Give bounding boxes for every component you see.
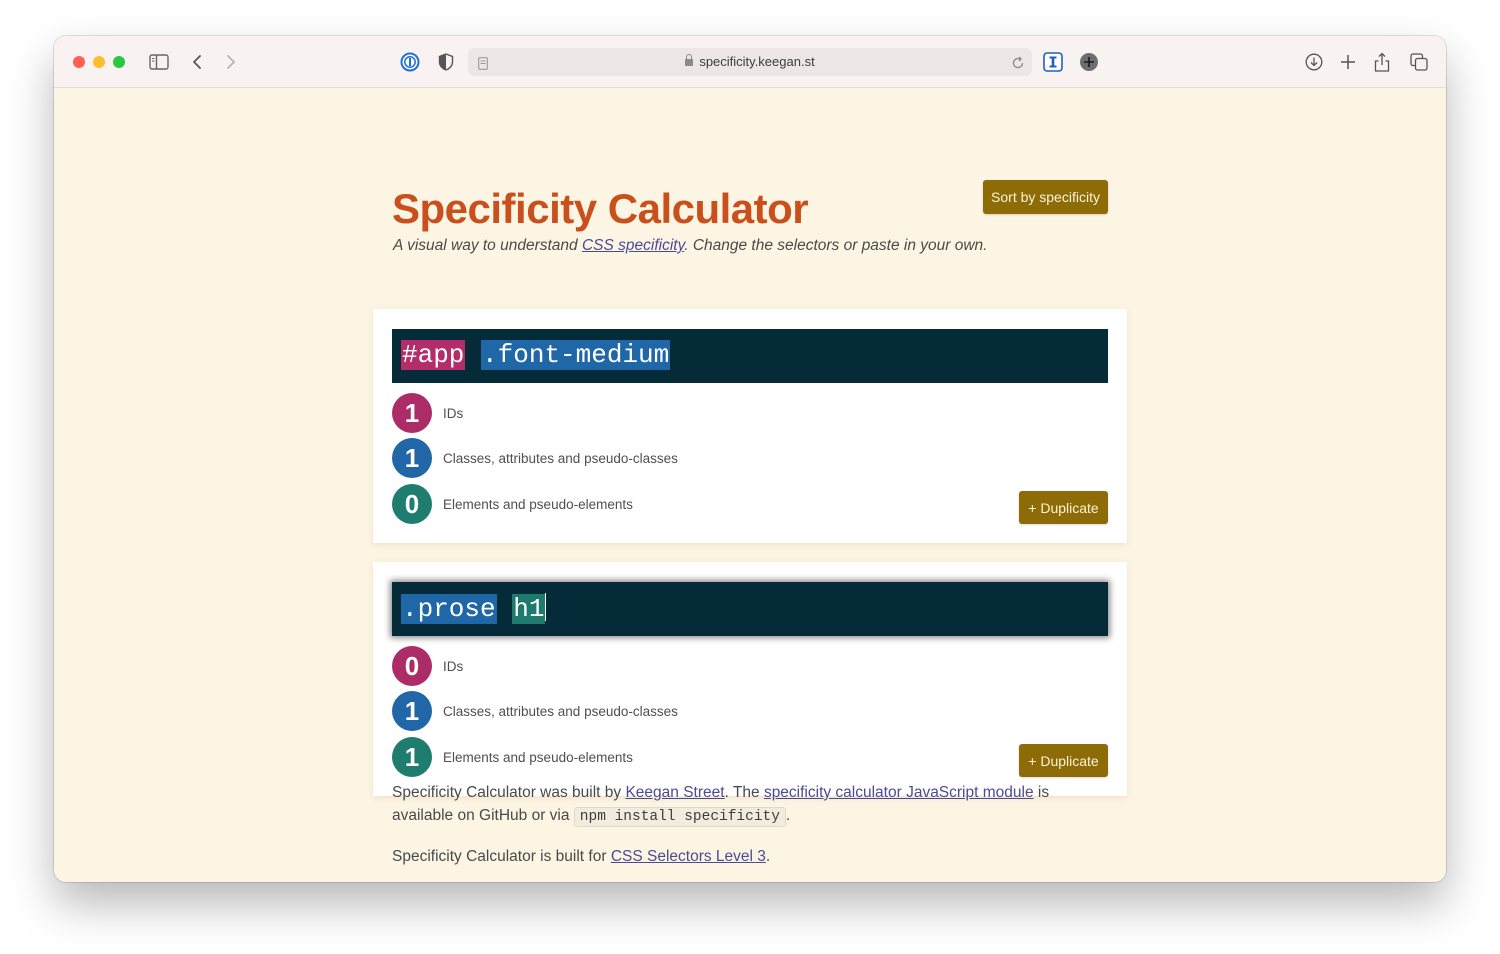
classes-count-badge: 1 bbox=[392, 438, 432, 478]
elements-count-badge: 1 bbox=[392, 737, 432, 777]
elements-label: Elements and pseudo-elements bbox=[443, 496, 633, 512]
back-icon[interactable] bbox=[188, 50, 206, 74]
elements-label: Elements and pseudo-elements bbox=[443, 749, 633, 765]
keegan-street-link[interactable]: Keegan Street bbox=[625, 784, 724, 801]
selector-card: .prose h1 0 IDs 1 Classes, attributes an… bbox=[373, 562, 1127, 796]
classes-count-badge: 1 bbox=[392, 691, 432, 731]
onepassword-icon[interactable] bbox=[400, 50, 420, 74]
classes-row: 1 Classes, attributes and pseudo-classes bbox=[392, 691, 678, 731]
ids-label: IDs bbox=[443, 405, 464, 421]
footer-text: Specificity Calculator is built for bbox=[392, 848, 611, 865]
selector-card: #app .font-medium 1 IDs 1 Classes, attri… bbox=[373, 309, 1127, 543]
zoom-window-button[interactable] bbox=[113, 56, 125, 68]
footer-text: . bbox=[785, 807, 791, 824]
selector-token-id: #app bbox=[401, 340, 466, 370]
selector-token-class: .font-medium bbox=[481, 340, 671, 370]
css-specificity-link[interactable]: CSS specificity bbox=[582, 237, 684, 254]
browser-toolbar: specificity.keegan.st bbox=[54, 36, 1446, 88]
selector-input-focused[interactable]: .prose h1 bbox=[392, 582, 1108, 636]
footer-selectors-note: Specificity Calculator is built for CSS … bbox=[392, 845, 1092, 868]
classes-label: Classes, attributes and pseudo-classes bbox=[443, 450, 678, 466]
sort-by-specificity-button[interactable]: Sort by specificity bbox=[983, 180, 1108, 214]
selector-token-element: h1 bbox=[512, 594, 546, 624]
address-bar[interactable]: specificity.keegan.st bbox=[468, 48, 1032, 76]
url-display: specificity.keegan.st bbox=[468, 54, 1032, 69]
selector-token-class: .prose bbox=[401, 594, 497, 624]
footer-credits: Specificity Calculator was built by Keeg… bbox=[392, 781, 1092, 829]
classes-label: Classes, attributes and pseudo-classes bbox=[443, 703, 678, 719]
close-window-button[interactable] bbox=[73, 56, 85, 68]
page-subtitle: A visual way to understand CSS specifici… bbox=[393, 237, 987, 255]
subtitle-text-end: . Change the selectors or paste in your … bbox=[684, 237, 988, 254]
footer-text: . bbox=[765, 848, 771, 865]
browser-window: specificity.keegan.st Specificity Calcul… bbox=[54, 36, 1446, 882]
tabs-overview-icon[interactable] bbox=[1409, 50, 1429, 74]
ids-row: 1 IDs bbox=[392, 393, 463, 433]
footer-text: . The bbox=[724, 784, 764, 801]
lock-icon bbox=[685, 54, 694, 66]
elements-row: 1 Elements and pseudo-elements bbox=[392, 737, 633, 777]
js-module-link[interactable]: specificity calculator JavaScript module bbox=[764, 784, 1034, 801]
new-tab-icon[interactable] bbox=[1339, 50, 1357, 74]
duplicate-button[interactable]: + Duplicate bbox=[1019, 491, 1108, 524]
ids-row: 0 IDs bbox=[392, 646, 463, 686]
url-text: specificity.keegan.st bbox=[699, 54, 815, 69]
css-selectors-level-3-link[interactable]: CSS Selectors Level 3 bbox=[611, 848, 766, 865]
ids-count-badge: 0 bbox=[392, 646, 432, 686]
share-icon[interactable] bbox=[1373, 50, 1391, 74]
forward-icon[interactable] bbox=[222, 50, 240, 74]
text-cursor-extension-icon[interactable] bbox=[1043, 50, 1063, 74]
reload-icon[interactable] bbox=[1010, 51, 1026, 75]
ids-count-badge: 1 bbox=[392, 393, 432, 433]
elements-count-badge: 0 bbox=[392, 484, 432, 524]
text-caret bbox=[545, 593, 547, 621]
npm-install-code: npm install specificity bbox=[573, 807, 786, 827]
add-extension-icon[interactable] bbox=[1079, 50, 1099, 74]
page-title: Specificity Calculator bbox=[392, 185, 809, 232]
subtitle-text: A visual way to understand bbox=[393, 237, 582, 254]
ids-label: IDs bbox=[443, 658, 464, 674]
sidebar-icon[interactable] bbox=[148, 50, 170, 74]
page-content: Specificity Calculator A visual way to u… bbox=[54, 88, 1446, 882]
minimize-window-button[interactable] bbox=[93, 56, 105, 68]
shield-icon[interactable] bbox=[437, 50, 455, 74]
duplicate-button[interactable]: + Duplicate bbox=[1019, 744, 1108, 777]
selector-input[interactable]: #app .font-medium bbox=[392, 329, 1108, 383]
download-icon[interactable] bbox=[1304, 50, 1324, 74]
footer-text: Specificity Calculator was built by bbox=[392, 784, 626, 801]
classes-row: 1 Classes, attributes and pseudo-classes bbox=[392, 438, 678, 478]
footer: Specificity Calculator was built by Keeg… bbox=[392, 781, 1092, 882]
elements-row: 0 Elements and pseudo-elements bbox=[392, 484, 633, 524]
